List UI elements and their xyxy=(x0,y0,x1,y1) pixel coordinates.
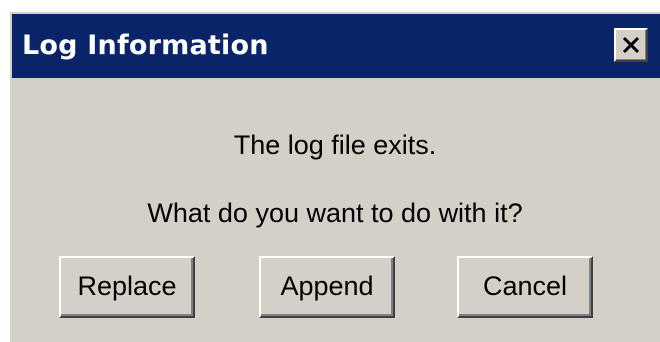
close-button[interactable] xyxy=(614,28,648,62)
append-button[interactable]: Append xyxy=(259,256,395,318)
title-bar[interactable]: Log Information xyxy=(12,14,660,78)
message-line-2: What do you want to do with it? xyxy=(147,198,523,228)
dialog-title: Log Information xyxy=(22,30,269,61)
message-line-1: The log file exits. xyxy=(233,130,437,160)
replace-button[interactable]: Replace xyxy=(59,256,195,318)
cancel-button[interactable]: Cancel xyxy=(457,256,593,318)
close-icon xyxy=(622,36,640,54)
log-information-dialog: Log Information The log file exits. What… xyxy=(8,10,660,342)
